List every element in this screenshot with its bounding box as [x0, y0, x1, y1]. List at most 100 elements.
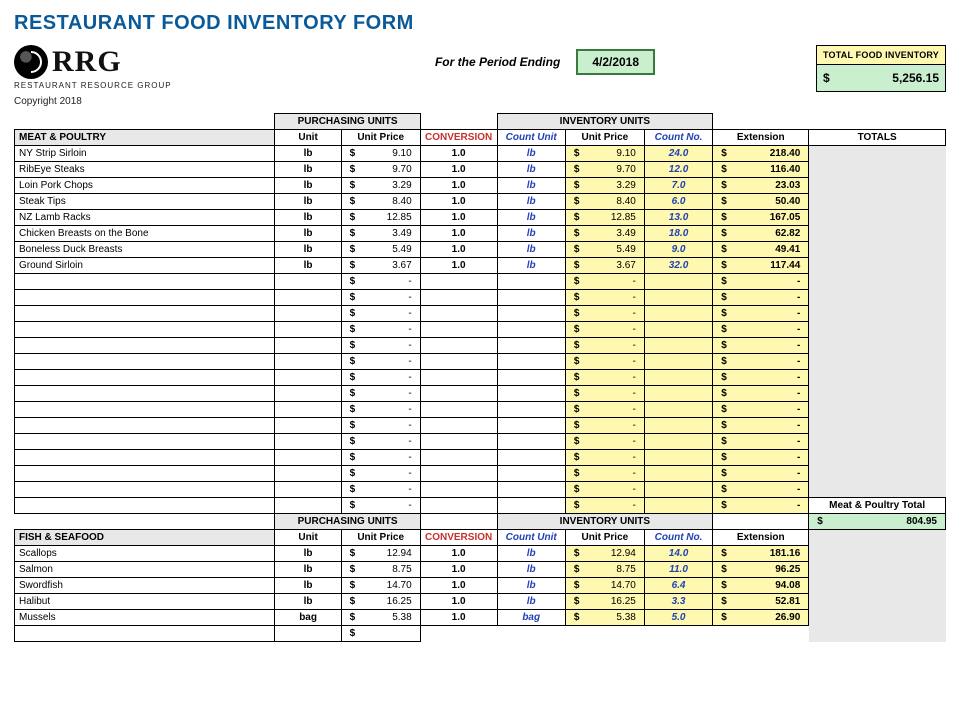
item-conversion[interactable]: 1.0 — [420, 242, 497, 258]
inventory-table: PURCHASING UNITSINVENTORY UNITSMEAT & PO… — [14, 113, 946, 642]
item-count-no[interactable]: 24.0 — [644, 146, 712, 162]
col-count-unit: Count Unit — [497, 530, 565, 546]
item-count-unit[interactable]: lb — [497, 210, 565, 226]
item-unit-price[interactable]: $9.10 — [341, 146, 420, 162]
item-conversion[interactable]: 1.0 — [420, 226, 497, 242]
item-unit-price[interactable]: $14.70 — [341, 578, 420, 594]
item-inv-unit-price[interactable]: $3.49 — [565, 226, 644, 242]
item-inv-unit-price[interactable]: $9.70 — [565, 162, 644, 178]
item-inv-unit-price[interactable]: $5.49 — [565, 242, 644, 258]
item-unit[interactable]: lb — [275, 226, 341, 242]
group-header-purchasing: PURCHASING UNITS — [275, 514, 420, 530]
item-conversion[interactable]: 1.0 — [420, 258, 497, 274]
item-unit-price[interactable]: $5.38 — [341, 610, 420, 626]
item-inv-unit-price[interactable]: $9.10 — [565, 146, 644, 162]
item-extension: $218.40 — [713, 146, 809, 162]
item-unit-price[interactable]: $3.67 — [341, 258, 420, 274]
item-count-unit[interactable]: bag — [497, 610, 565, 626]
item-unit-price[interactable]: $12.94 — [341, 546, 420, 562]
item-count-unit[interactable]: lb — [497, 578, 565, 594]
item-unit[interactable]: lb — [275, 162, 341, 178]
item-conversion[interactable]: 1.0 — [420, 594, 497, 610]
item-inv-unit-price[interactable]: $5.38 — [565, 610, 644, 626]
currency-symbol: $ — [823, 71, 830, 85]
item-inv-unit-price[interactable]: $12.94 — [565, 546, 644, 562]
page-title: RESTAURANT FOOD INVENTORY FORM — [14, 12, 946, 35]
item-count-no[interactable]: 11.0 — [644, 562, 712, 578]
logo-text: RRG — [52, 47, 122, 77]
item-extension: $23.03 — [713, 178, 809, 194]
item-conversion[interactable]: 1.0 — [420, 562, 497, 578]
item-count-no[interactable]: 5.0 — [644, 610, 712, 626]
item-inv-unit-price[interactable]: $3.67 — [565, 258, 644, 274]
item-name: Salmon — [15, 562, 275, 578]
item-unit[interactable]: lb — [275, 594, 341, 610]
item-conversion[interactable]: 1.0 — [420, 578, 497, 594]
item-count-no[interactable]: 3.3 — [644, 594, 712, 610]
item-inv-unit-price[interactable]: $16.25 — [565, 594, 644, 610]
item-name: Swordfish — [15, 578, 275, 594]
item-unit[interactable]: lb — [275, 194, 341, 210]
item-count-no[interactable]: 6.0 — [644, 194, 712, 210]
table-row-blank: $-$-$- — [15, 386, 946, 402]
item-count-unit[interactable]: lb — [497, 194, 565, 210]
item-count-no[interactable]: 13.0 — [644, 210, 712, 226]
item-count-unit[interactable]: lb — [497, 594, 565, 610]
group-header-inventory: INVENTORY UNITS — [497, 514, 713, 530]
item-unit-price[interactable]: $8.75 — [341, 562, 420, 578]
item-conversion[interactable]: 1.0 — [420, 194, 497, 210]
item-unit-price[interactable]: $12.85 — [341, 210, 420, 226]
item-conversion[interactable]: 1.0 — [420, 210, 497, 226]
item-inv-unit-price[interactable]: $3.29 — [565, 178, 644, 194]
subtotal-amount: $804.95 — [809, 514, 946, 530]
item-inv-unit-price[interactable]: $8.75 — [565, 562, 644, 578]
item-unit-price[interactable]: $3.49 — [341, 226, 420, 242]
item-conversion[interactable]: 1.0 — [420, 178, 497, 194]
col-count-no: Count No. — [644, 530, 712, 546]
item-count-no[interactable]: 12.0 — [644, 162, 712, 178]
table-row: Halibutlb$16.251.0lb$16.253.3$52.81 — [15, 594, 946, 610]
item-unit[interactable]: lb — [275, 562, 341, 578]
item-count-no[interactable]: 7.0 — [644, 178, 712, 194]
item-conversion[interactable]: 1.0 — [420, 162, 497, 178]
item-count-unit[interactable]: lb — [497, 226, 565, 242]
item-unit-price[interactable]: $16.25 — [341, 594, 420, 610]
col-conversion: CONVERSION — [420, 130, 497, 146]
item-unit[interactable]: bag — [275, 610, 341, 626]
item-count-no[interactable]: 9.0 — [644, 242, 712, 258]
item-count-unit[interactable]: lb — [497, 162, 565, 178]
item-count-unit[interactable]: lb — [497, 178, 565, 194]
item-count-unit[interactable]: lb — [497, 146, 565, 162]
item-inv-unit-price[interactable]: $14.70 — [565, 578, 644, 594]
item-unit[interactable]: lb — [275, 146, 341, 162]
col-unit-price: Unit Price — [341, 530, 420, 546]
table-row: Salmonlb$8.751.0lb$8.7511.0$96.25 — [15, 562, 946, 578]
item-count-unit[interactable]: lb — [497, 258, 565, 274]
item-count-no[interactable]: 32.0 — [644, 258, 712, 274]
item-count-unit[interactable]: lb — [497, 546, 565, 562]
logo-block: RRG RESTAURANT RESOURCE GROUP Copyright … — [14, 45, 274, 107]
item-unit[interactable]: lb — [275, 178, 341, 194]
item-unit[interactable]: lb — [275, 258, 341, 274]
item-count-no[interactable]: 14.0 — [644, 546, 712, 562]
item-unit[interactable]: lb — [275, 578, 341, 594]
item-unit[interactable]: lb — [275, 242, 341, 258]
item-count-no[interactable]: 6.4 — [644, 578, 712, 594]
item-count-unit[interactable]: lb — [497, 242, 565, 258]
item-conversion[interactable]: 1.0 — [420, 146, 497, 162]
item-unit-price[interactable]: $8.40 — [341, 194, 420, 210]
item-unit-price[interactable]: $3.29 — [341, 178, 420, 194]
item-unit-price[interactable]: $9.70 — [341, 162, 420, 178]
item-unit-price[interactable]: $5.49 — [341, 242, 420, 258]
table-row-blank: $-$-$- — [15, 434, 946, 450]
item-inv-unit-price[interactable]: $8.40 — [565, 194, 644, 210]
item-conversion[interactable]: 1.0 — [420, 610, 497, 626]
item-count-no[interactable]: 18.0 — [644, 226, 712, 242]
item-unit[interactable]: lb — [275, 546, 341, 562]
item-count-unit[interactable]: lb — [497, 562, 565, 578]
item-conversion[interactable]: 1.0 — [420, 546, 497, 562]
item-inv-unit-price[interactable]: $12.85 — [565, 210, 644, 226]
copyright: Copyright 2018 — [14, 96, 274, 107]
period-value[interactable]: 4/2/2018 — [576, 49, 655, 75]
item-unit[interactable]: lb — [275, 210, 341, 226]
